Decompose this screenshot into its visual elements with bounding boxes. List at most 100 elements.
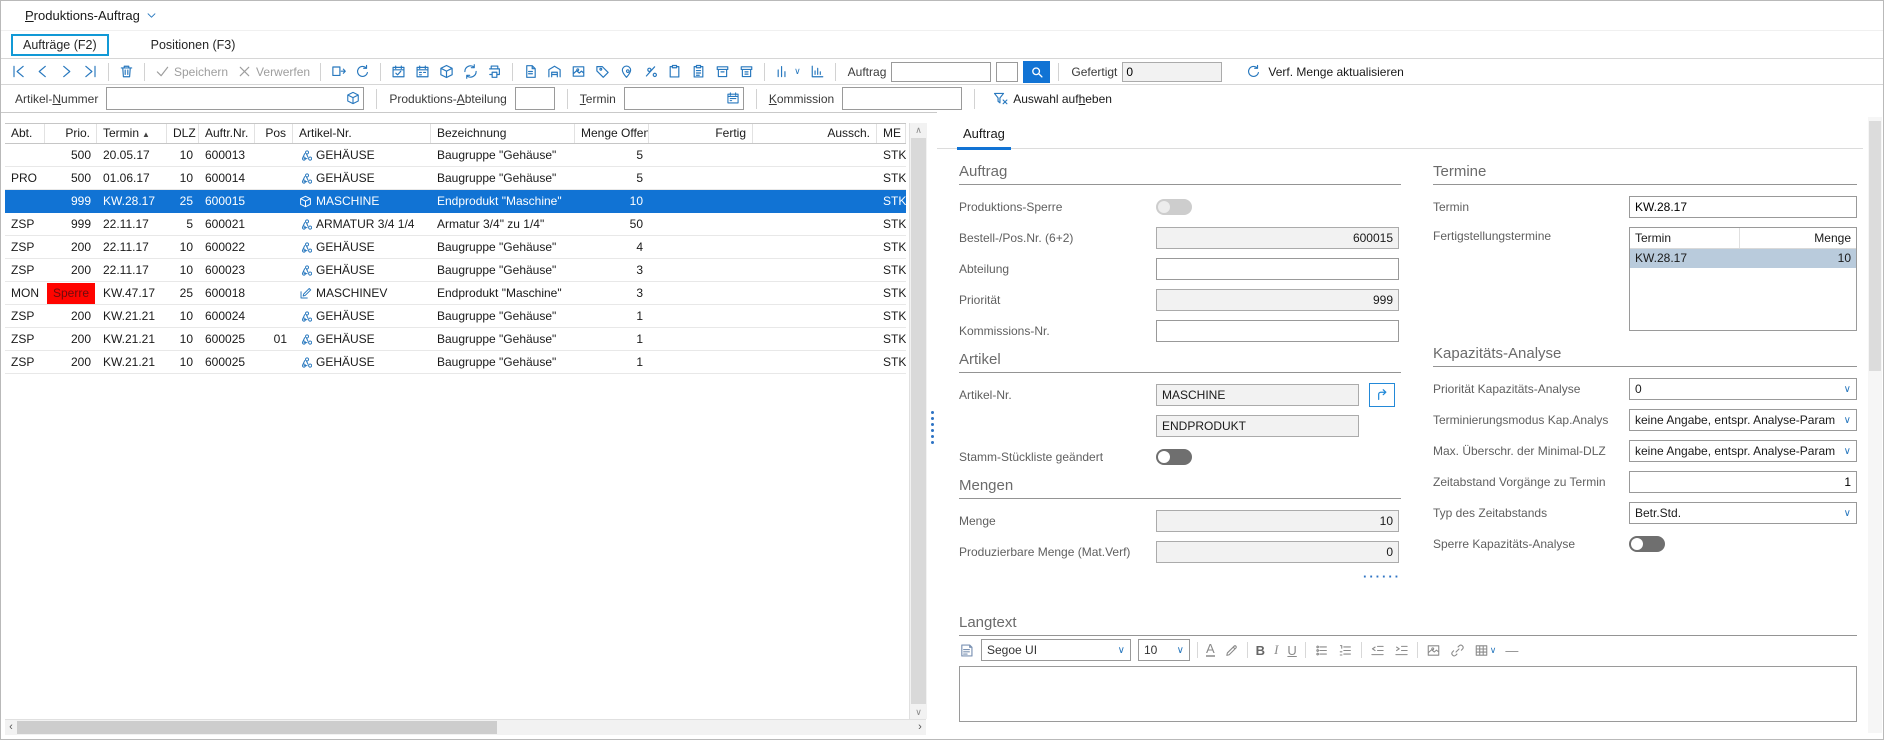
calendar-icon[interactable]: [726, 91, 740, 105]
chevron-down-icon[interactable]: [146, 10, 157, 21]
font-size-select[interactable]: 10∨: [1138, 639, 1190, 661]
scrollbar-thumb[interactable]: [17, 721, 497, 734]
toolbar-delete-button[interactable]: [117, 63, 136, 80]
toolbar-clipboard-button[interactable]: [665, 63, 684, 80]
langtext-insert-image-button[interactable]: [1425, 643, 1442, 658]
langtext-italic-button[interactable]: I: [1273, 642, 1279, 658]
langtext-insert-table-button[interactable]: ∨: [1473, 643, 1498, 658]
langtext-bullet-list-button[interactable]: [1313, 643, 1330, 658]
toolbar-discard-button[interactable]: Verwerfen: [235, 63, 312, 80]
font-family-select[interactable]: Segoe UI∨: [981, 639, 1131, 661]
toolbar-archive-box2-button[interactable]: [737, 63, 756, 80]
scrollbar-thumb[interactable]: [1869, 121, 1881, 371]
produktions-abteilung-input[interactable]: [515, 87, 555, 110]
toolbar-process-button[interactable]: [461, 63, 480, 80]
stamm-stueckliste-toggle[interactable]: [1156, 449, 1192, 465]
scroll-right-icon[interactable]: ›: [914, 720, 926, 735]
order-row[interactable]: MONSperreKW.47.1725600018MASCHINEVEndpro…: [5, 282, 906, 305]
kommissions-nr-input[interactable]: [1156, 320, 1399, 342]
terminierungsmodus-select[interactable]: keine Angabe, entspr. Analyse-Param∨: [1629, 409, 1857, 431]
artikel-nummer-input[interactable]: [106, 87, 364, 110]
langtext-bold-button[interactable]: B: [1255, 643, 1266, 658]
kommission-input[interactable]: [842, 87, 962, 110]
module-menu[interactable]: Produktions-Auftrag: [25, 8, 140, 23]
fertig-termin-row[interactable]: KW.28.1710: [1630, 249, 1856, 268]
toolbar-print-button[interactable]: [485, 63, 504, 80]
prioritaet-kapazitaet-select[interactable]: 0∨: [1629, 378, 1857, 400]
refresh-icon[interactable]: [1246, 64, 1261, 79]
order-row[interactable]: ZSP200KW.21.2110600025GEHÄUSEBaugruppe "…: [5, 351, 906, 374]
auftrag-number-input[interactable]: [891, 62, 991, 82]
toolbar-image-button[interactable]: [569, 63, 588, 80]
toolbar-document-button[interactable]: [521, 63, 540, 80]
toolbar-calendar-plan-button[interactable]: [389, 63, 408, 80]
toolbar-analysis-button[interactable]: ∨: [773, 63, 803, 80]
auftrag-pos-input[interactable]: [996, 62, 1018, 82]
langtext-indent-button[interactable]: [1393, 643, 1410, 658]
column-header-dlz[interactable]: DLZ: [167, 124, 199, 143]
toolbar-calendar-edit-button[interactable]: [413, 63, 432, 80]
toolbar-nav-last-button[interactable]: [81, 63, 100, 80]
toolbar-tags-button[interactable]: [593, 63, 612, 80]
abteilung-input[interactable]: [1156, 258, 1399, 280]
column-header-prio[interactable]: Prio.: [45, 124, 97, 143]
column-header-fertig[interactable]: Fertig: [649, 124, 753, 143]
panel-scrollbar[interactable]: [1868, 117, 1882, 733]
toolbar-nav-first-button[interactable]: [9, 63, 28, 80]
toolbar-takeover-button[interactable]: [329, 63, 348, 80]
toolbar-archive-box-button[interactable]: [713, 63, 732, 80]
fertigstellungstermine-table[interactable]: TerminMenge KW.28.1710: [1629, 227, 1857, 331]
order-row[interactable]: ZSP200KW.21.211060002501GEHÄUSEBaugruppe…: [5, 328, 906, 351]
table-vertical-scrollbar[interactable]: ∧ ∨: [909, 123, 927, 719]
produktions-sperre-toggle[interactable]: [1156, 199, 1192, 215]
table-horizontal-scrollbar[interactable]: ‹ ›: [5, 719, 926, 735]
langtext-editor[interactable]: [959, 666, 1857, 722]
column-header-me[interactable]: ME: [877, 124, 906, 143]
tab-positionen[interactable]: Positionen (F3): [139, 34, 248, 56]
toolbar-clipboard-list-button[interactable]: [689, 63, 708, 80]
order-row[interactable]: ZSP20022.11.1710600023GEHÄUSEBaugruppe "…: [5, 259, 906, 282]
scrollbar-thumb[interactable]: [911, 138, 926, 704]
column-header-artikel[interactable]: Artikel-Nr.: [293, 124, 431, 143]
toolbar-warehouse-button[interactable]: [545, 63, 564, 80]
langtext-font-color-button[interactable]: A: [1205, 643, 1216, 657]
column-header-termin[interactable]: Termin▲: [97, 124, 167, 143]
sperre-kapazitaet-toggle[interactable]: [1629, 536, 1665, 552]
text-module-icon[interactable]: [959, 643, 974, 658]
search-button[interactable]: [1023, 61, 1050, 83]
section-splitter-handle[interactable]: [959, 572, 1401, 584]
toolbar-refresh-button[interactable]: [353, 63, 372, 80]
typ-zeitabstand-select[interactable]: Betr.Std.∨: [1629, 502, 1857, 524]
langtext-numbered-list-button[interactable]: [1337, 643, 1354, 658]
toolbar-nav-prev-button[interactable]: [33, 63, 52, 80]
tab-auftrag-detail[interactable]: Auftrag: [957, 126, 1011, 150]
toolbar-nav-next-button[interactable]: [57, 63, 76, 80]
goto-artikel-button[interactable]: [1369, 383, 1395, 407]
auswahl-aufheben-button[interactable]: Auswahl aufheben: [987, 90, 1118, 107]
toolbar-pin-button[interactable]: [617, 63, 636, 80]
column-header-aussch[interactable]: Aussch.: [753, 124, 877, 143]
toolbar-chart-button[interactable]: [808, 63, 827, 80]
langtext-horizontal-rule-button[interactable]: —: [1504, 643, 1519, 658]
langtext-outdent-button[interactable]: [1369, 643, 1386, 658]
verf-menge-button[interactable]: Verf. Menge aktualisieren: [1268, 65, 1403, 79]
column-header-menge_offen[interactable]: Menge Offen: [575, 124, 649, 143]
scroll-down-icon[interactable]: ∨: [910, 705, 927, 719]
langtext-underline-button[interactable]: U: [1286, 643, 1297, 658]
cube-icon[interactable]: [346, 91, 360, 105]
order-row[interactable]: 999KW.28.1725600015MASCHINEEndprodukt "M…: [5, 190, 906, 213]
order-row[interactable]: 50020.05.1710600013GEHÄUSEBaugruppe "Geh…: [5, 144, 906, 167]
tab-auftraege[interactable]: Aufträge (F2): [11, 34, 109, 56]
order-row[interactable]: PRO50001.06.1710600014GEHÄUSEBaugruppe "…: [5, 167, 906, 190]
column-header-bezeichnung[interactable]: Bezeichnung: [431, 124, 575, 143]
order-row[interactable]: ZSP99922.11.175600021ARMATUR 3/4 1/4Arma…: [5, 213, 906, 236]
column-header-auftr_nr[interactable]: Auftr.Nr.: [199, 124, 255, 143]
toolbar-package-button[interactable]: [437, 63, 456, 80]
max-ueberschr-select[interactable]: keine Angabe, entspr. Analyse-Param∨: [1629, 440, 1857, 462]
order-row[interactable]: ZSP20022.11.1710600022GEHÄUSEBaugruppe "…: [5, 236, 906, 259]
toolbar-save-button[interactable]: Speichern: [153, 63, 230, 80]
panel-splitter[interactable]: [929, 111, 937, 739]
langtext-insert-link-button[interactable]: [1449, 643, 1466, 658]
zeitabstand-input[interactable]: [1629, 471, 1857, 493]
scroll-left-icon[interactable]: ‹: [5, 720, 17, 735]
